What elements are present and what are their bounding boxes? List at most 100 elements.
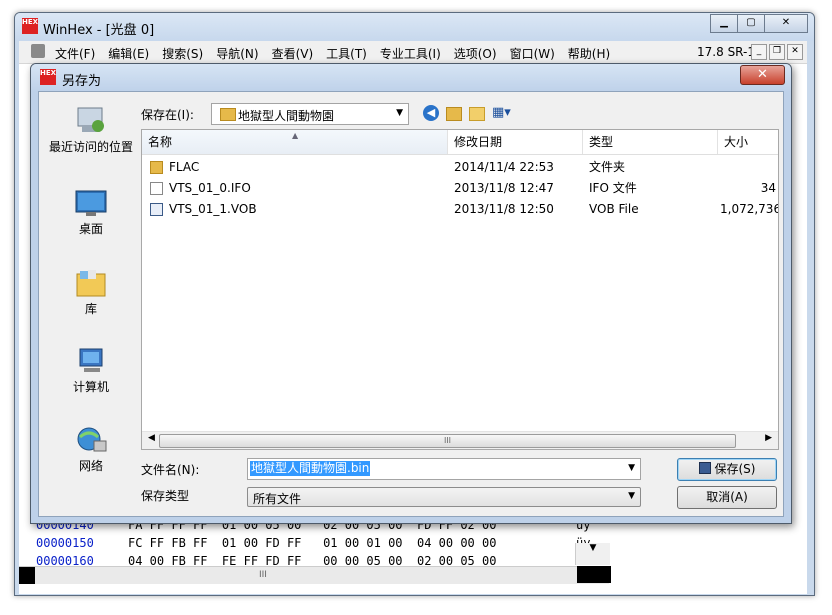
scroll-right-block[interactable] [577,566,611,583]
column-name[interactable]: ▲ 名称 [142,130,448,154]
file-date: 2013/11/8 12:47 [454,181,554,195]
view-menu-icon[interactable]: ▦▾ [492,105,516,121]
hex-row[interactable]: 00000150 FC FF FB FF 01 00 FD FF 01 00 01… [36,534,590,552]
file-list-horizontal-scrollbar[interactable]: ◀ III ▶ [142,431,778,449]
place-recent[interactable]: 最近访问的位置 [43,106,139,155]
file-name: VTS_01_1.VOB [169,202,257,216]
minimize-button[interactable]: ▁ [710,14,738,33]
menu-item[interactable]: 工具(T) [326,45,367,62]
menu-item[interactable]: 编辑(E) [108,45,149,62]
place-label: 计算机 [72,380,109,394]
menu-item[interactable]: 窗口(W) [510,45,555,62]
filetype-value: 所有文件 [253,492,302,506]
file-date: 2013/11/8 12:50 [454,202,554,216]
menu-item[interactable]: 帮助(H) [568,45,610,62]
main-window-title: WinHex - [光盘 0] [43,23,155,38]
scroll-grip-icon: III [259,570,267,580]
menu-bar: 文件(F) 编辑(E) 搜索(S) 导航(N) 查看(V) 工具(T) 专业工具(I) 选项(… [19,41,807,64]
file-icon [150,182,163,195]
file-type: VOB File [589,202,639,216]
scroll-left-block[interactable] [19,567,35,584]
hex-offset: 00000150 [36,536,94,550]
file-size: 1,072,736 [720,202,779,216]
desktop-icon [74,188,108,218]
dialog-close-button[interactable]: ✕ [740,65,785,85]
filename-input[interactable]: 地獄型人間動物園.bin ▼ [247,458,641,480]
column-date[interactable]: 修改日期 [448,130,583,154]
place-label: 库 [84,302,97,316]
save-button[interactable]: 保存(S) [677,458,777,481]
column-size[interactable]: 大小 [718,130,778,154]
place-label: 最近访问的位置 [48,140,133,154]
hex-horizontal-scrollbar[interactable]: III [19,566,609,584]
menu-item[interactable]: 专业工具(I) [380,45,441,62]
dialog-title-bar[interactable]: HEX 另存为 ✕ [31,64,791,91]
chevron-down-icon[interactable]: ▼ [396,108,403,118]
maximize-button[interactable]: ▢ [737,14,765,33]
place-computer[interactable]: 计算机 [43,346,139,395]
version-label: 17.8 SR-1 [697,45,755,59]
file-type: IFO 文件 [589,181,637,195]
place-desktop[interactable]: 桌面 [43,188,139,237]
save-in-label: 保存在(I): [141,108,194,122]
sort-ascending-icon: ▲ [292,131,299,140]
folder-icon [150,161,163,174]
main-title-bar[interactable]: HEX WinHex - [光盘 0] ▁ ▢ ✕ [15,13,814,41]
place-libraries[interactable]: 库 [43,268,139,317]
floppy-disk-icon [698,462,711,474]
network-icon [74,425,108,455]
mdi-minimize-button[interactable]: _ [751,44,767,60]
place-label: 网络 [78,459,103,473]
file-list-header: ▲ 名称 修改日期 类型 大小 [142,130,778,155]
dialog-app-icon: HEX [40,69,56,85]
filename-label: 文件名(N): [141,463,200,477]
back-icon[interactable]: ◀ [423,105,439,121]
dialog-title: 另存为 [62,74,102,89]
filetype-select[interactable]: 所有文件 ▼ [247,487,641,507]
save-as-dialog: HEX 另存为 ✕ 最近访问的位置 桌面 库 计算机 网络 保存在(I): 地獄… [30,63,792,524]
cancel-button[interactable]: 取消(A) [677,486,777,509]
recent-places-icon [74,106,108,136]
save-in-value: 地獄型人間動物園 [238,109,335,123]
chevron-down-icon[interactable]: ▼ [628,491,635,501]
hex-bytes[interactable]: FC FF FB FF 01 00 FD FF 01 00 01 00 04 0… [128,534,576,552]
mdi-close-button[interactable]: ✕ [787,44,803,60]
menu-item[interactable]: 搜索(S) [162,45,203,62]
libraries-icon [74,268,108,298]
menu-item[interactable]: 选项(O) [454,45,497,62]
winhex-app-icon[interactable]: HEX [22,18,38,34]
save-in-combo[interactable]: 地獄型人間動物園 ▼ [211,103,409,125]
file-name: VTS_01_0.IFO [169,181,251,195]
up-folder-icon[interactable] [446,107,462,121]
file-size: 34 [760,181,776,195]
dialog-body: 最近访问的位置 桌面 库 计算机 网络 保存在(I): 地獄型人間動物園 ▼ ◀… [38,91,784,517]
vob-file-icon [150,203,163,216]
close-button[interactable]: ✕ [764,14,808,33]
folder-icon [220,108,236,121]
hex-vertical-scrollbar[interactable]: ▼ [575,543,610,565]
file-row[interactable]: VTS_01_0.IFO 2013/11/8 12:47 IFO 文件 34 [142,178,778,199]
filename-value[interactable]: 地獄型人間動物園.bin [250,461,371,476]
document-icon[interactable] [31,44,45,58]
computer-icon [74,346,108,376]
file-type: 文件夹 [589,160,626,174]
menu-item[interactable]: 导航(N) [216,45,258,62]
chevron-down-icon[interactable]: ▼ [628,463,635,473]
scroll-right-icon[interactable]: ▶ [765,433,772,443]
menu-item[interactable]: 查看(V) [272,45,314,62]
scroll-thumb[interactable]: III [159,434,736,448]
file-name: FLAC [169,160,200,174]
file-row[interactable]: VTS_01_1.VOB 2013/11/8 12:50 VOB File 1,… [142,199,778,220]
menu-item[interactable]: 文件(F) [55,45,95,62]
file-row[interactable]: FLAC 2014/11/4 22:53 文件夹 [142,157,778,178]
mdi-restore-button[interactable]: ❐ [769,44,785,60]
file-date: 2014/11/4 22:53 [454,160,554,174]
scroll-left-icon[interactable]: ◀ [148,433,155,443]
places-bar: 最近访问的位置 桌面 库 计算机 网络 [39,92,139,516]
new-folder-icon[interactable] [469,107,485,121]
file-list[interactable]: ▲ 名称 修改日期 类型 大小 FLAC 2014/11/4 22:53 文件夹 … [141,129,779,450]
place-network[interactable]: 网络 [43,425,139,474]
filetype-label: 保存类型 [141,489,190,503]
place-label: 桌面 [78,222,103,236]
column-type[interactable]: 类型 [583,130,718,154]
